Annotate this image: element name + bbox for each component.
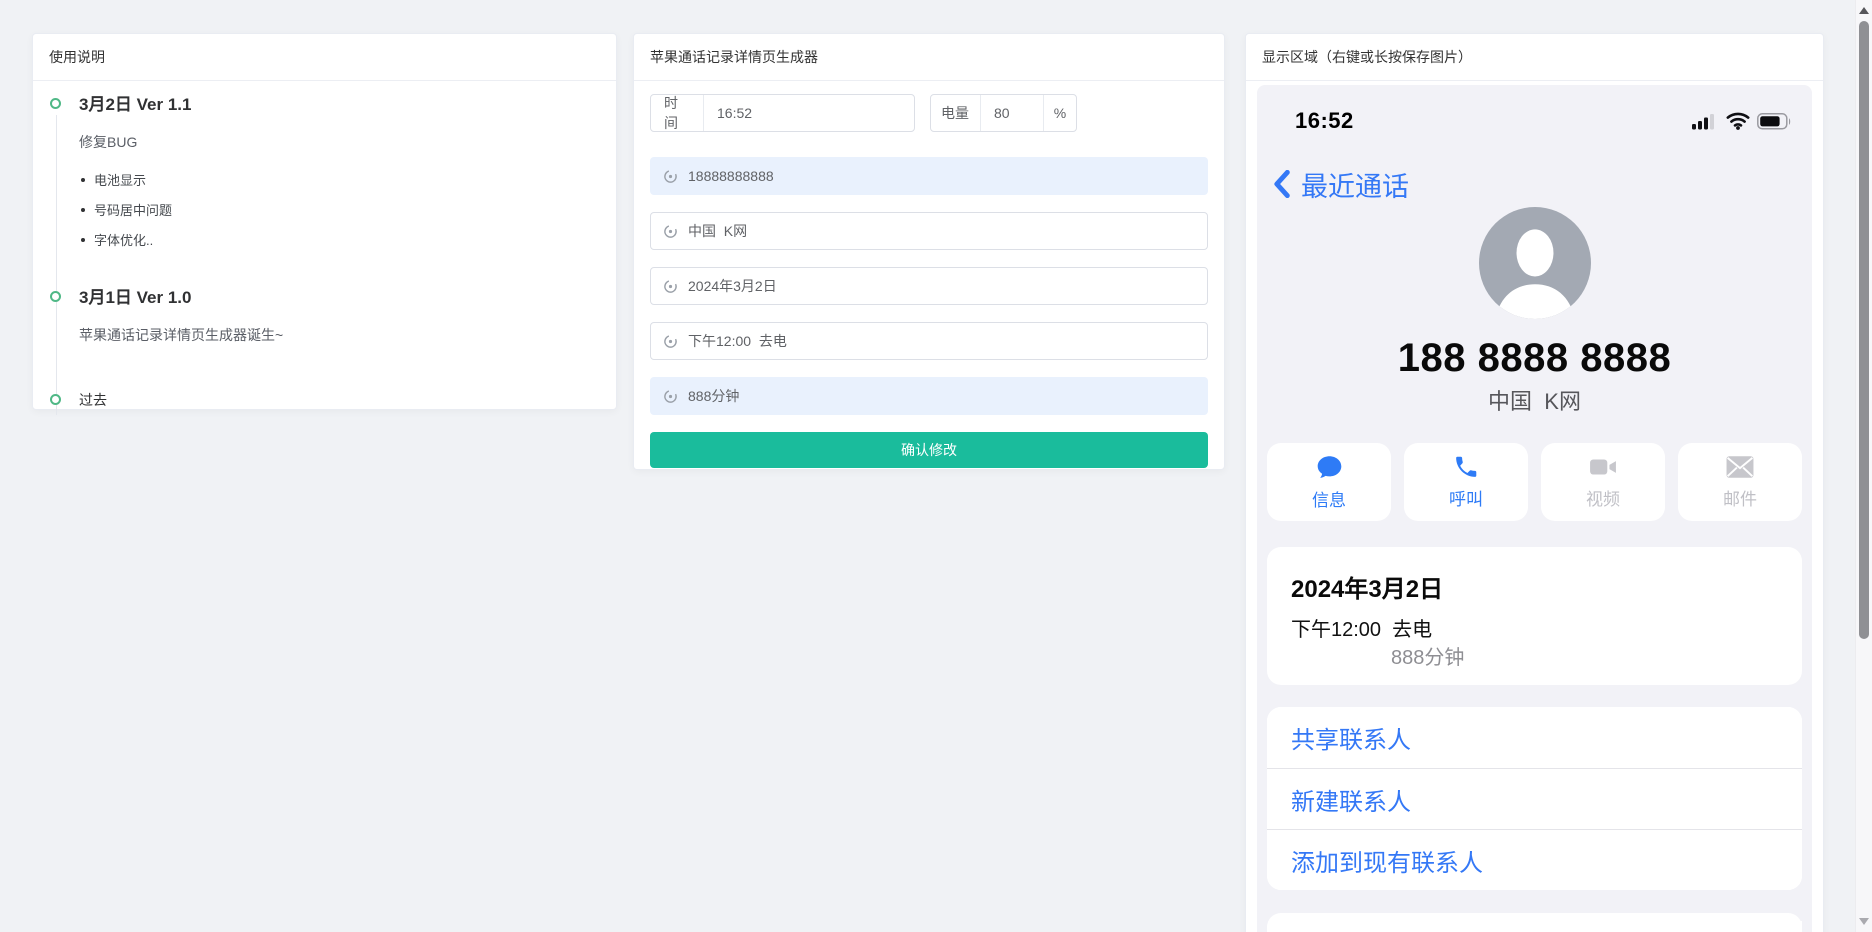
message-button[interactable]: 信息 — [1267, 443, 1391, 521]
call-button[interactable]: 呼叫 — [1404, 443, 1528, 521]
display-card: 显示区域（右键或长按保存图片） 16:52 — [1245, 33, 1824, 932]
timeline-item-title: 过去 — [79, 391, 600, 409]
timeline-connector — [56, 115, 57, 312]
action-label: 信息 — [1312, 486, 1346, 511]
call-record-duration: 888分钟 — [1391, 647, 1778, 669]
status-bar: 16:52 — [1267, 85, 1802, 135]
time-input[interactable]: 16:52 — [703, 95, 914, 131]
wifi-icon — [1726, 112, 1750, 130]
scrollbar-thumb[interactable] — [1859, 21, 1869, 639]
timeline-item-title: 3月1日 Ver 1.0 — [79, 288, 600, 308]
timeline-item-note: 修复BUG — [79, 133, 600, 152]
phone-preview: 16:52 — [1257, 85, 1812, 932]
timeline-bullet: 号码居中问题 — [79, 202, 600, 219]
page-scrollbar[interactable] — [1855, 0, 1872, 932]
signal-icon — [1692, 113, 1719, 130]
refresh-icon — [663, 224, 678, 239]
back-label: 最近通话 — [1301, 165, 1409, 204]
contact-number: 188 8888 8888 — [1267, 337, 1802, 379]
refresh-icon — [663, 334, 678, 349]
contact-carrier: 中国 K网 — [1267, 391, 1802, 413]
share-contact-link[interactable]: 共享联系人 — [1267, 707, 1802, 768]
generator-card-title: 苹果通话记录详情页生成器 — [634, 34, 1224, 81]
video-button[interactable]: 视频 — [1541, 443, 1665, 521]
timeline-item-v1-0: 3月1日 Ver 1.0 苹果通话记录详情页生成器诞生~ — [49, 288, 600, 391]
changelog-timeline: 3月2日 Ver 1.1 修复BUG 电池显示 号码居中问题 字体优化.. 3月… — [33, 81, 616, 425]
avatar — [1479, 207, 1591, 319]
timeline-item-title: 3月2日 Ver 1.1 — [79, 95, 600, 115]
confirm-button[interactable]: 确认修改 — [650, 432, 1208, 468]
refresh-icon — [663, 279, 678, 294]
call-record-detail: 下午12:00 去电 — [1291, 619, 1778, 641]
timeline-node-icon — [50, 291, 61, 302]
chevron-left-icon — [1273, 170, 1290, 198]
action-buttons-row: 信息 呼叫 视频 邮件 — [1267, 443, 1802, 521]
battery-percent-suffix: % — [1043, 95, 1076, 131]
field-value: 中国 K网 — [688, 221, 747, 241]
scrollbar-down-arrow-icon[interactable] — [1859, 918, 1869, 925]
timeline-bullet: 字体优化.. — [79, 232, 600, 249]
scrollbar-up-arrow-icon[interactable] — [1859, 7, 1869, 14]
mail-icon — [1726, 454, 1754, 480]
generator-form: 时间 16:52 电量 80 % 18888888888 中国 K网 2024年… — [634, 81, 1224, 488]
timeline-item-v1-1: 3月2日 Ver 1.1 修复BUG 电池显示 号码居中问题 字体优化.. — [49, 95, 600, 288]
carrier-field[interactable]: 中国 K网 — [650, 212, 1208, 250]
battery-input[interactable]: 80 — [980, 95, 1043, 131]
usage-card-title: 使用说明 — [33, 34, 616, 81]
date-field[interactable]: 2024年3月2日 — [650, 267, 1208, 305]
calltime-field[interactable]: 下午12:00 去电 — [650, 322, 1208, 360]
add-to-existing-contact-link[interactable]: 添加到现有联系人 — [1267, 829, 1802, 890]
field-value: 888分钟 — [688, 386, 739, 406]
back-button[interactable]: 最近通话 — [1273, 169, 1802, 199]
refresh-icon — [663, 389, 678, 404]
time-label: 时间 — [651, 95, 703, 131]
usage-card: 使用说明 3月2日 Ver 1.1 修复BUG 电池显示 号码居中问题 字体优化… — [32, 33, 617, 410]
phone-number-field[interactable]: 18888888888 — [650, 157, 1208, 195]
battery-input-group: 电量 80 % — [930, 94, 1077, 132]
call-record-card: 2024年3月2日 下午12:00 去电 888分钟 — [1267, 547, 1802, 685]
timeline-item-past: 过去 — [49, 391, 600, 409]
timeline-bullet: 电池显示 — [79, 172, 600, 189]
status-time: 16:52 — [1295, 108, 1354, 134]
timeline-node-icon — [50, 394, 61, 405]
battery-icon — [1757, 113, 1792, 130]
phone-icon — [1453, 454, 1479, 480]
new-contact-link[interactable]: 新建联系人 — [1267, 768, 1802, 829]
field-value: 2024年3月2日 — [688, 276, 777, 296]
battery-label: 电量 — [931, 95, 980, 131]
refresh-icon — [663, 169, 678, 184]
duration-field[interactable]: 888分钟 — [650, 377, 1208, 415]
contact-links-card: 共享联系人 新建联系人 添加到现有联系人 — [1267, 707, 1802, 890]
field-value: 下午12:00 去电 — [688, 331, 787, 351]
message-icon — [1316, 454, 1343, 481]
video-icon — [1589, 454, 1617, 480]
timeline-item-note: 苹果通话记录详情页生成器诞生~ — [79, 326, 600, 345]
add-emergency-contact-link[interactable]: 添加到紧急联系人 — [1291, 921, 1802, 932]
action-label: 呼叫 — [1449, 485, 1483, 510]
call-record-date: 2024年3月2日 — [1291, 577, 1778, 603]
mail-button[interactable]: 邮件 — [1678, 443, 1802, 521]
emergency-contact-card: 添加到紧急联系人 — [1267, 913, 1802, 932]
timeline-node-icon — [50, 98, 61, 109]
display-card-title: 显示区域（右键或长按保存图片） — [1246, 34, 1823, 81]
action-label: 视频 — [1586, 485, 1620, 510]
generator-card: 苹果通话记录详情页生成器 时间 16:52 电量 80 % 1888888888… — [633, 33, 1225, 470]
action-label: 邮件 — [1723, 485, 1757, 510]
time-input-group: 时间 16:52 — [650, 94, 915, 132]
field-value: 18888888888 — [688, 168, 774, 184]
